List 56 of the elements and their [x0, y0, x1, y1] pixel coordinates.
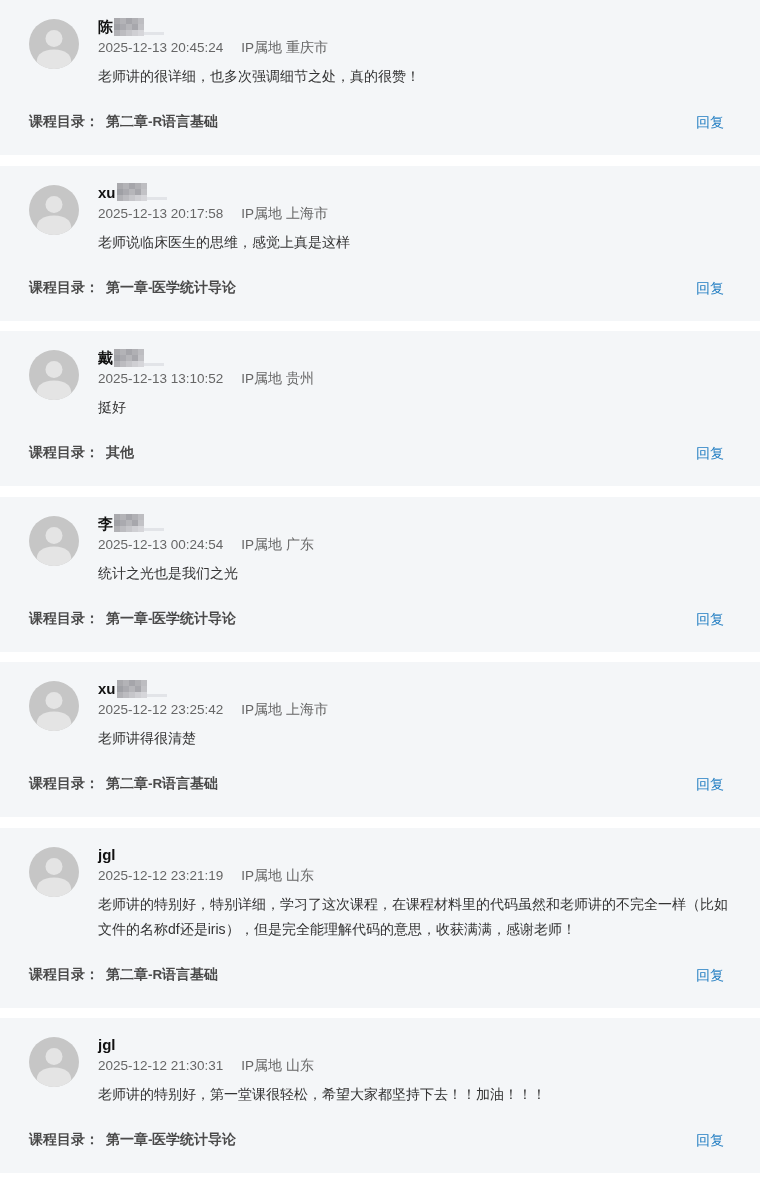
user-avatar-icon: [29, 350, 79, 400]
ip-location: IP属地 山东: [241, 1057, 314, 1075]
reply-link[interactable]: 回复: [696, 774, 724, 794]
user-avatar-icon: [29, 1037, 79, 1087]
chapter-name: 其他: [106, 444, 134, 462]
reply-link[interactable]: 回复: [696, 608, 724, 629]
catalog-label: 课程目录：: [29, 1131, 99, 1149]
comment-text: 挺好: [98, 398, 127, 417]
comment-time: 2025-12-12 23:21:19: [98, 866, 224, 885]
ip-location: IP属地 上海市: [241, 204, 328, 223]
chapter-name: 第一章-医学统计导论: [106, 1131, 237, 1149]
chapter-name: 第二章-R语言基础: [106, 775, 219, 793]
reply-link[interactable]: 回复: [696, 443, 724, 463]
comment-time: 2025-12-13 20:45:24: [98, 39, 224, 57]
catalog-label: 课程目录：: [29, 965, 99, 984]
chapter-name: 第一章-医学统计导论: [106, 278, 237, 297]
ip-location: IP属地 上海市: [241, 701, 328, 719]
reply-link[interactable]: 回复: [696, 964, 724, 985]
user-avatar-icon: [29, 846, 79, 897]
user-name: xu: [98, 182, 116, 203]
comment-time: 2025-12-12 21:30:31: [98, 1057, 224, 1075]
ip-location: IP属地 广东: [241, 535, 314, 554]
catalog-label: 课程目录：: [29, 278, 99, 297]
chapter-name: 第二章-R语言基础: [106, 113, 219, 131]
user-avatar-icon: [29, 19, 79, 69]
comment-time: 2025-12-13 13:10:52: [98, 370, 224, 388]
catalog-label: 课程目录：: [29, 775, 99, 793]
catalog-label: 课程目录：: [29, 113, 99, 131]
reply-link[interactable]: 回复: [696, 277, 724, 298]
comment-time: 2025-12-13 00:24:54: [98, 535, 224, 554]
chapter-name: 第一章-医学统计导论: [106, 609, 237, 628]
comment-text: 老师讲的特别好，第一堂课很轻松，希望大家都坚持下去！！加油！！！: [98, 1085, 547, 1104]
user-avatar-icon: [29, 184, 79, 235]
comment-time: 2025-12-12 23:25:42: [98, 701, 224, 719]
user-avatar-icon: [29, 681, 79, 731]
user-name: xu: [98, 679, 116, 699]
comment-text: 统计之光也是我们之光: [98, 563, 239, 583]
user-name: jgl: [98, 844, 116, 865]
comment-text: 老师讲的很详细，也多次强调细节之处，真的很赞！: [98, 67, 421, 86]
comment-text: 老师讲得很清楚: [98, 729, 197, 748]
comment-text: 老师说临床医生的思维，感觉上真是这样: [98, 232, 351, 252]
reply-link[interactable]: 回复: [696, 1130, 724, 1150]
user-name: jgl: [98, 1035, 116, 1055]
catalog-label: 课程目录：: [29, 444, 99, 462]
user-name: 陈: [98, 17, 113, 37]
user-name: 戴: [98, 348, 113, 368]
comment-time: 2025-12-13 20:17:58: [98, 204, 224, 223]
user-name: 李: [98, 513, 113, 534]
ip-location: IP属地 重庆市: [241, 39, 328, 57]
chapter-name: 第二章-R语言基础: [106, 965, 219, 984]
comment-text: 老师讲的特别好，特别详细，学习了这次课程，在课程材料里的代码虽然和老师讲的不完全一样（比如文件的名称df还是iris），但是完全能理解代码的意思，收获满满，感谢老师！: [98, 894, 729, 939]
ip-location: IP属地 贵州: [241, 370, 314, 388]
catalog-label: 课程目录：: [29, 609, 99, 628]
reply-link[interactable]: 回复: [696, 112, 724, 132]
user-avatar-icon: [29, 515, 79, 566]
ip-location: IP属地 山东: [241, 866, 314, 885]
